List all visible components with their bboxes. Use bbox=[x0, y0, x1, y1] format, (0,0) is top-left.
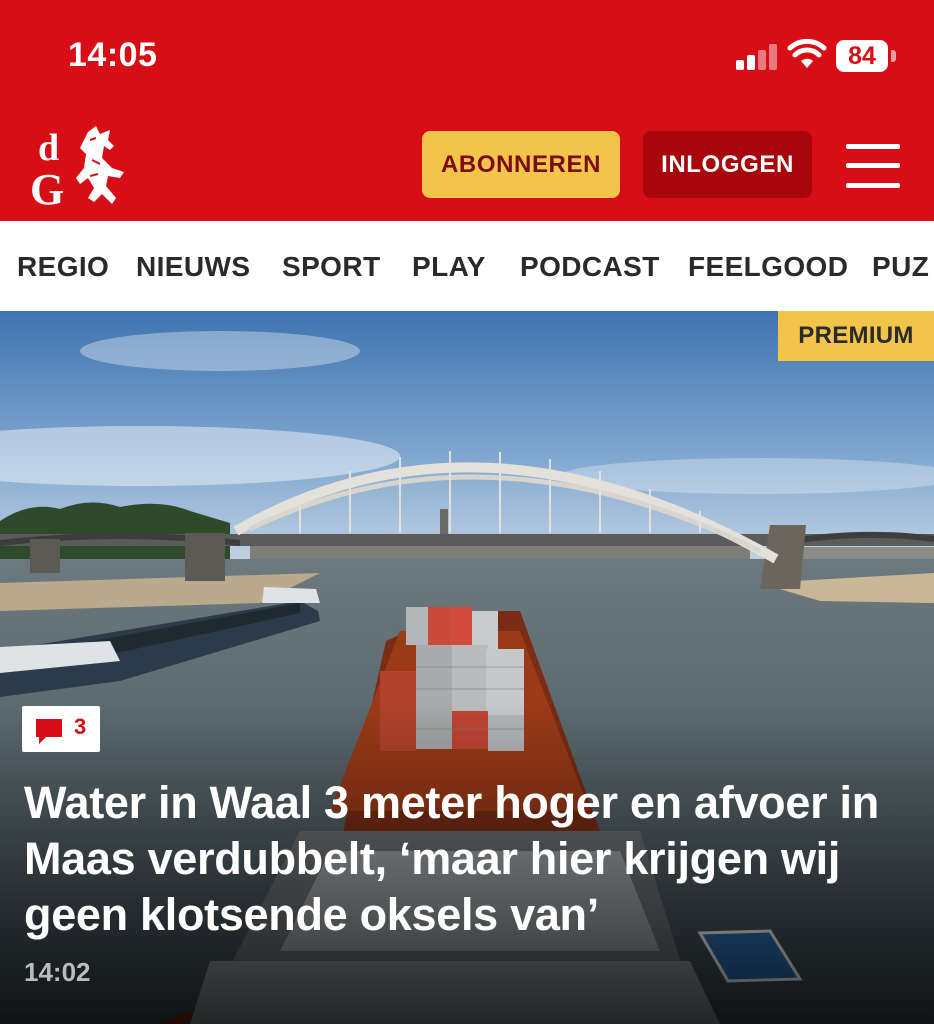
comment-count-badge[interactable]: 3 bbox=[22, 706, 100, 752]
hero-article[interactable]: PREMIUM 3 Water in Waal 3 meter hoger en… bbox=[0, 311, 934, 1024]
status-bar: 14:05 84 bbox=[0, 0, 934, 110]
nav-item-feelgood[interactable]: FEELGOOD bbox=[688, 251, 848, 283]
nav-item-regio[interactable]: REGIO bbox=[17, 251, 109, 283]
section-nav: REGIO NIEUWS SPORT PLAY PODCAST FEELGOOD… bbox=[0, 221, 934, 311]
comment-icon bbox=[36, 719, 62, 744]
nav-item-puzzels[interactable]: PUZ bbox=[872, 251, 929, 283]
svg-text:G: G bbox=[30, 165, 64, 208]
nav-item-nieuws[interactable]: NIEUWS bbox=[136, 251, 250, 283]
nav-item-sport[interactable]: SPORT bbox=[282, 251, 380, 283]
battery-icon: 84 bbox=[836, 40, 888, 72]
premium-badge: PREMIUM bbox=[778, 311, 934, 361]
wifi-icon bbox=[787, 38, 827, 68]
battery-tip bbox=[891, 50, 896, 62]
nav-item-play[interactable]: PLAY bbox=[412, 251, 486, 283]
status-time: 14:05 bbox=[68, 36, 158, 74]
nav-item-podcast[interactable]: PODCAST bbox=[520, 251, 660, 283]
svg-text:d: d bbox=[38, 127, 59, 169]
subscribe-button[interactable]: ABONNEREN bbox=[422, 131, 620, 198]
login-button[interactable]: INLOGGEN bbox=[643, 131, 812, 198]
app-header: d G ABONNEREN INLOGGEN bbox=[0, 110, 934, 221]
hamburger-menu-icon[interactable] bbox=[846, 142, 900, 190]
article-headline[interactable]: Water in Waal 3 meter hoger en afvoer in… bbox=[24, 775, 924, 943]
article-timestamp: 14:02 bbox=[24, 957, 91, 987]
signal-icon bbox=[736, 44, 780, 70]
comment-count: 3 bbox=[74, 714, 87, 739]
dg-logo[interactable]: d G bbox=[30, 124, 130, 208]
